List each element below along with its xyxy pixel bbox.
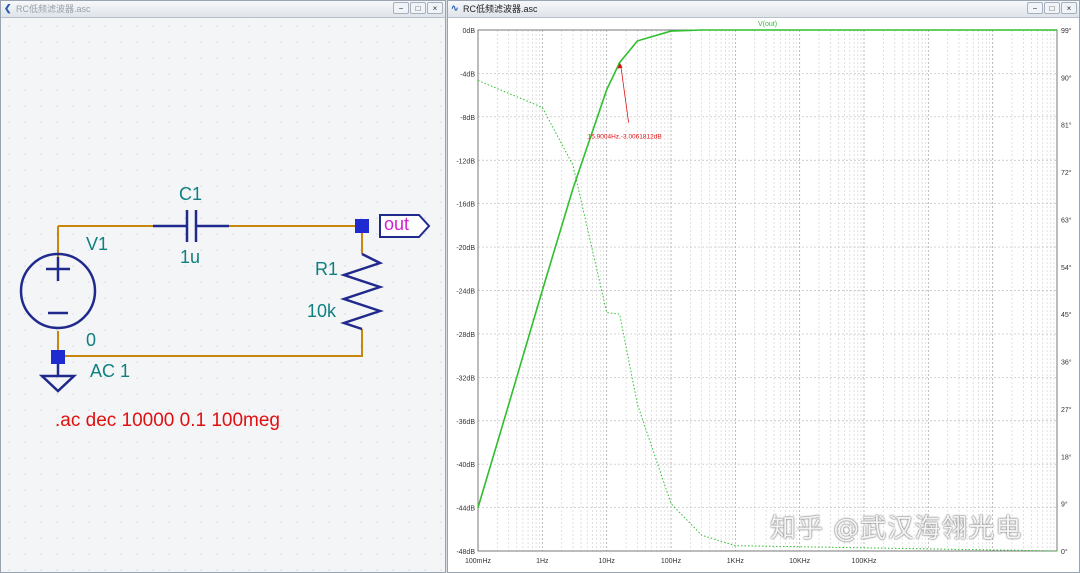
x-tick-label: 1KHz <box>727 558 745 565</box>
cursor-annotation: 15.9004Hz,-3.0061812dB <box>588 134 662 141</box>
x-tick-label: 100Hz <box>661 558 682 565</box>
y-right-tick-label: 0° <box>1061 548 1068 556</box>
capacitor-c1[interactable] <box>153 210 229 242</box>
y-left-tick-label: 0dB <box>463 28 476 35</box>
y-right-tick-label: 27° <box>1061 406 1072 414</box>
r1-name-label: R1 <box>315 259 339 279</box>
plot-titlebar: ∿ RC低频滤波器.asc − □ × <box>448 1 1079 18</box>
y-left-tick-label: -44dB <box>456 506 475 513</box>
v1-value-label: AC 1 <box>90 361 131 381</box>
y-right-tick-label: 9° <box>1061 501 1068 509</box>
y-right-tick-label: 36° <box>1061 359 1072 367</box>
close-button[interactable]: × <box>1061 2 1077 14</box>
v1-node-label: 0 <box>86 330 97 350</box>
schematic-titlebar: ❮ RC低频滤波器.asc − □ × <box>1 1 445 18</box>
bode-plot[interactable]: 0dB -4dB -8dB -12dB -16dB -20dB -24dB -28dB -32d… <box>448 18 1079 572</box>
v1-name-label: V1 <box>86 234 109 254</box>
watermark-text: 知乎 @武汉海翎光电 <box>770 514 1023 544</box>
plot-window: ∿ RC低频滤波器.asc − □ × 0dB -4dB -8dB -12dB -16dB -… <box>447 0 1080 573</box>
magnitude-trace <box>477 29 1057 508</box>
voltage-source-v1[interactable] <box>19 252 97 330</box>
plot-window-title: RC低频滤波器.asc <box>463 4 538 14</box>
wire-bottom <box>58 329 363 357</box>
maximize-button[interactable]: □ <box>410 2 426 14</box>
c1-name-label: C1 <box>179 184 203 204</box>
y-right-tick-label: 18° <box>1061 453 1072 461</box>
x-tick-label: 100mHz <box>465 558 492 565</box>
y-left-tick-label: -12dB <box>456 158 475 165</box>
minimize-button[interactable]: − <box>1027 2 1043 14</box>
waveform-plot-pane[interactable]: 0dB -4dB -8dB -12dB -16dB -20dB -24dB -28dB -32d… <box>448 18 1079 572</box>
y-right-tick-label: 63° <box>1061 216 1072 224</box>
ground-symbol[interactable] <box>38 363 78 393</box>
y-left-tick-label: -36dB <box>456 419 475 426</box>
y-right-tick-label: 45° <box>1061 311 1072 319</box>
y-left-tick-label: -8dB <box>460 115 475 122</box>
minimize-button[interactable]: − <box>393 2 409 14</box>
y-left-tick-label: -28dB <box>456 332 475 339</box>
y-right-tick-label: 72° <box>1061 169 1072 177</box>
x-tick-label: 10Hz <box>598 558 615 565</box>
out-net-label: out <box>384 214 410 234</box>
resistor-r1[interactable] <box>340 252 384 331</box>
y-left-tick-label: -48dB <box>456 549 475 556</box>
close-button[interactable]: × <box>427 2 443 14</box>
waveform-icon: ∿ <box>451 3 459 13</box>
schematic-drawing <box>19 210 431 393</box>
schematic-window-title: RC低频滤波器.asc <box>16 4 91 14</box>
r1-value-label: 10k <box>307 301 337 321</box>
y-right-tick-label: 99° <box>1061 27 1072 35</box>
y-right-tick-label: 90° <box>1061 74 1072 82</box>
y-left-tick-label: -40dB <box>456 462 475 469</box>
phase-trace <box>477 80 1058 552</box>
y-right-tick-label: 81° <box>1061 122 1072 130</box>
c1-value-label: 1u <box>180 247 201 267</box>
net-junction-out[interactable] <box>355 219 369 233</box>
y-left-tick-label: -4dB <box>460 71 475 78</box>
schematic-canvas[interactable]: C1 1u V1 0 AC 1 R1 10k out .ac dec 10000… <box>1 18 445 572</box>
x-tick-label: 100KHz <box>852 558 877 565</box>
spice-directive[interactable]: .ac dec 10000 0.1 100meg <box>55 410 280 432</box>
x-tick-label: 1Hz <box>536 558 549 565</box>
net-junction-ground[interactable] <box>51 350 65 364</box>
y-left-tick-label: -20dB <box>456 245 475 252</box>
trace-title: V(out) <box>758 21 777 28</box>
maximize-button[interactable]: □ <box>1044 2 1060 14</box>
ltspice-icon: ❮ <box>4 3 12 13</box>
y-left-tick-label: -16dB <box>456 202 475 209</box>
y-left-tick-label: -32dB <box>456 375 475 382</box>
x-tick-label: 10KHz <box>789 558 811 565</box>
y-left-tick-label: -24dB <box>456 289 475 296</box>
y-right-tick-label: 54° <box>1061 264 1072 272</box>
schematic-window: ❮ RC低频滤波器.asc − □ × C1 1u V1 0 AC 1 R1 1… <box>0 0 446 573</box>
